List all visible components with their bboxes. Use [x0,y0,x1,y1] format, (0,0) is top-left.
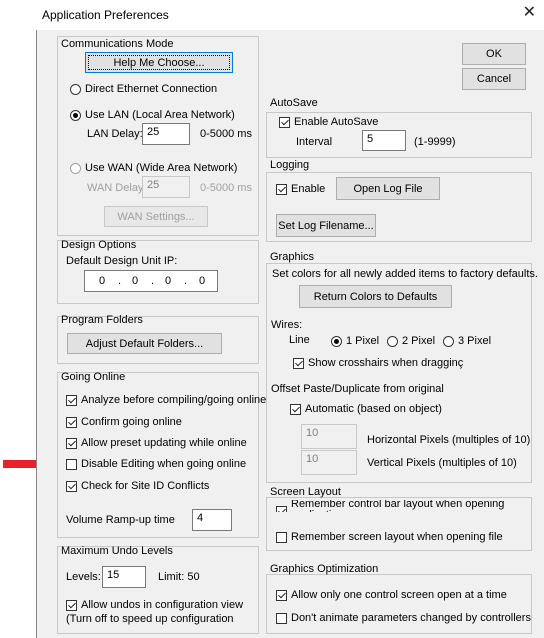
one-screen-label: Allow only one control screen open at a … [291,589,507,601]
enable-autosave-checkbox[interactable] [279,117,290,128]
lan-range-label: 0-5000 ms [200,128,252,140]
one-screen-checkbox[interactable] [276,590,287,601]
direct-ethernet-label: Direct Ethernet Connection [85,83,218,95]
volume-ramp-label: Volume Ramp-up time [66,514,175,526]
remember-bar-clip: Remember control bar layout when opening… [270,500,525,512]
set-log-filename-button[interactable]: Set Log Filename... [276,214,376,237]
graphics-optimization-group [266,574,532,634]
return-colors-button[interactable]: Return Colors to Defaults [299,285,452,308]
ip-dot-3: . [184,275,188,287]
close-icon[interactable]: ✕ [523,5,536,21]
confirm-online-checkbox[interactable] [66,417,77,428]
program-folders-title: Program Folders [61,314,143,326]
window-title: Application Preferences [42,8,169,22]
wan-delay-label: WAN Delay: [87,182,147,194]
interval-input[interactable]: 5 [362,130,406,151]
allow-preset-checkbox[interactable] [66,438,77,449]
logging-title: Logging [270,159,310,171]
lan-delay-input[interactable]: 25 [142,123,190,145]
use-wan-radio[interactable] [70,163,81,174]
wan-settings-button[interactable]: WAN Settings... [104,206,208,227]
logging-enable-checkbox[interactable] [276,184,287,195]
open-log-file-button[interactable]: Open Log File [336,177,440,200]
ip-octet-2: 0 [132,275,139,287]
ok-button[interactable]: OK [462,43,526,65]
automatic-offset-label: Automatic (based on object) [305,403,442,415]
remember-layout-checkbox[interactable] [276,532,287,543]
lan-delay-label: LAN Delay: [87,128,143,140]
horizontal-pixels-input[interactable]: 10 [301,424,357,449]
design-options-title: Design Options [61,239,137,251]
analyze-label: Analyze before compiling/going online [81,394,267,406]
line-1px-radio[interactable] [331,336,342,347]
communications-mode-title: Communications Mode [61,38,174,50]
analyze-checkbox[interactable] [66,395,77,406]
remember-bar-checkbox[interactable] [276,506,287,512]
ip-octet-4: 0 [199,275,206,287]
allow-preset-label: Allow preset updating while online [81,437,247,449]
autosave-title: AutoSave [270,97,318,109]
adjust-default-folders-button[interactable]: Adjust Default Folders... [67,333,222,354]
ip-dot-1: . [118,275,122,287]
levels-input[interactable]: 15 [102,566,146,588]
allow-undos-checkbox[interactable] [66,600,77,611]
graphics-optimization-title: Graphics Optimization [270,563,379,575]
enable-autosave-label: Enable AutoSave [294,116,379,128]
default-ip-input[interactable]: 0 . 0 . 0 . 0 [84,270,218,292]
wan-delay-input[interactable]: 25 [142,176,190,198]
line-3px-radio[interactable] [443,336,454,347]
automatic-offset-checkbox[interactable] [290,404,301,415]
going-online-title: Going Online [61,371,126,383]
vertical-pixels-input[interactable]: 10 [301,450,357,475]
use-wan-label: Use WAN (Wide Area Network) [85,162,238,174]
offset-label: Offset Paste/Duplicate from original [271,383,444,395]
wan-range-label: 0-5000 ms [200,182,252,194]
line-2px-radio[interactable] [387,336,398,347]
graphics-desc: Set colors for all newly added items to … [272,268,538,280]
interval-label: Interval [296,136,333,148]
disable-editing-label: Disable Editing when going online [81,458,247,470]
remember-bar-label-cut: application [291,509,344,512]
use-lan-label: Use LAN (Local Area Network) [85,109,235,121]
allow-undos-sub-label: (Turn off to speed up configuration [66,613,234,625]
crosshairs-checkbox[interactable] [293,358,304,369]
confirm-online-label: Confirm going online [81,416,182,428]
ip-octet-3: 0 [165,275,172,287]
line-label: Line [289,334,310,346]
limit-label: Limit: 50 [158,571,200,583]
allow-undos-label: Allow undos in configuration view [81,599,244,611]
default-ip-label: Default Design Unit IP: [66,255,178,267]
check-site-id-label: Check for Site ID Conflicts [81,480,210,492]
undo-levels-title: Maximum Undo Levels [61,545,173,557]
crosshairs-label: Show crosshairs when dragginç [308,357,464,369]
disable-editing-checkbox[interactable] [66,459,77,470]
wires-label: Wires: [271,319,303,331]
ip-octet-1: 0 [99,275,106,287]
volume-ramp-input[interactable]: 4 [192,509,232,531]
help-me-choose-button[interactable]: Help Me Choose... [85,52,233,73]
interval-range-label: (1-9999) [414,136,456,148]
line-2px-label: 2 Pixel [402,335,436,347]
direct-ethernet-radio[interactable] [70,84,81,95]
title-bar: Application Preferences ✕ [36,0,544,30]
no-animate-checkbox[interactable] [276,613,287,624]
levels-label: Levels: [66,571,101,583]
horizontal-pixels-label: Horizontal Pixels (multiples of 10) [367,434,531,446]
check-site-id-checkbox[interactable] [66,481,77,492]
cancel-button[interactable]: Cancel [462,68,526,90]
graphics-title: Graphics [270,251,315,263]
logging-enable-label: Enable [291,183,326,195]
no-animate-label: Don't animate parameters changed by cont… [291,612,531,624]
screen-layout-title: Screen Layout [270,486,341,498]
line-3px-label: 3 Pixel [458,335,492,347]
ip-dot-2: . [151,275,155,287]
vertical-pixels-label: Vertical Pixels (multiples of 10) [367,457,517,469]
use-lan-radio[interactable] [70,110,81,121]
line-1px-label: 1 Pixel [346,335,380,347]
remember-layout-label: Remember screen layout when opening file [291,531,503,543]
